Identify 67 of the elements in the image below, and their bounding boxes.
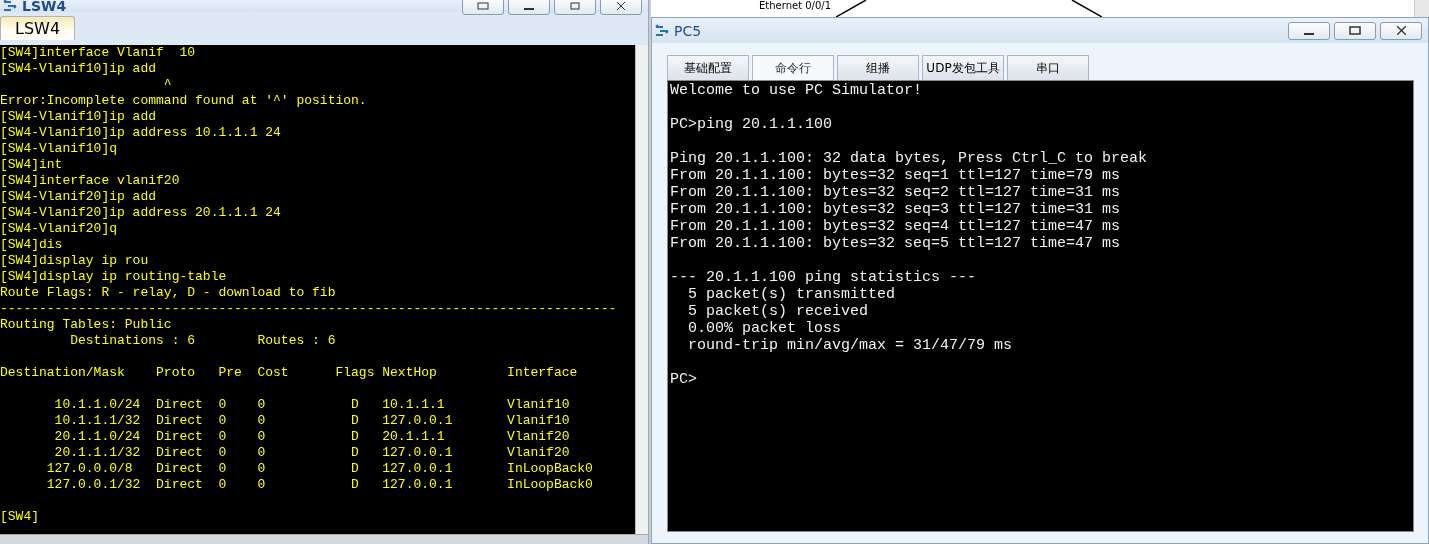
terminal-line: [SW4] — [0, 509, 40, 525]
terminal-line: ^ — [162, 77, 173, 93]
terminal-line: 127.0.0.1/32 Direct 0 0 D 127.0.0.1 InLoopBack0 — [45, 477, 594, 493]
tab[interactable]: 命令行 — [752, 55, 834, 80]
scrollbar[interactable] — [635, 45, 648, 534]
terminal-line: Route Flags: R - relay, D - download to fib — [0, 285, 337, 301]
terminal-line: [SW4]dis — [0, 237, 64, 253]
terminal-line: 20.1.1.1/32 Direct 0 0 D 127.0.0.1 Vlanif20 — [53, 445, 571, 461]
terminal-line: 5 packet(s) transmitted — [687, 286, 897, 303]
terminal-line: [SW4-Vlanif20]ip add — [0, 189, 158, 205]
close-button[interactable] — [1380, 21, 1422, 40]
close-button[interactable] — [600, 0, 642, 15]
minimize-button[interactable] — [508, 0, 550, 15]
port-label: Ethernet 0/0/1 — [759, 0, 832, 12]
terminal-line: [SW4-Vlanif20]ip address 20.1.1.1 24 — [0, 205, 282, 221]
terminal-line: [SW4]int — [0, 157, 64, 173]
terminal-line: PC>ping 20.1.1.100 — [670, 116, 834, 133]
terminal-line: [SW4]interface vlanif20 — [0, 173, 181, 189]
window-title: PC5 — [674, 22, 702, 39]
terminal-line: Destination/Mask Proto Pre Cost Flags NextHop Interface — [0, 365, 579, 381]
maximize-icon — [1349, 26, 1361, 35]
terminal-line: [SW4-Vlanif10]ip address 10.1.1.1 24 — [0, 125, 282, 141]
terminal-line: From 20.1.1.100: bytes=32 seq=2 ttl=127 time=31 ms — [670, 184, 1122, 201]
terminal-line: 20.1.1.0/24 Direct 0 0 D 20.1.1.1 Vlanif20 — [53, 429, 571, 445]
close-icon — [1396, 26, 1406, 35]
maximize-icon — [570, 2, 580, 10]
terminal-line: ------------------------------------------------------------------------------- — [0, 301, 618, 317]
minimize-icon — [524, 7, 534, 10]
terminal-line: Error:Incomplete command found at '^' position. — [0, 93, 368, 109]
terminal-line: Welcome to use PC Simulator! — [670, 82, 924, 99]
scrollbar[interactable] — [1414, 0, 1429, 17]
terminal-line: 10.1.1.1/32 Direct 0 0 D 127.0.0.1 Vlanif10 — [53, 413, 571, 429]
app-icon — [654, 23, 670, 38]
terminal-line: From 20.1.1.100: bytes=32 seq=1 ttl=127 time=79 ms — [670, 167, 1122, 184]
terminal-line: [SW4]display ip routing-table — [0, 269, 228, 285]
minimize-button[interactable] — [1288, 21, 1330, 40]
tab[interactable]: 基础配置 — [667, 55, 749, 80]
minimize-icon — [1304, 32, 1314, 35]
terminal-line: [SW4-Vlanif20]q — [0, 221, 119, 237]
tab[interactable]: LSW4 — [0, 16, 76, 40]
maximize-button[interactable] — [1334, 21, 1376, 40]
terminal-line: [SW4]interface Vlanif 10 — [0, 45, 197, 61]
terminal-line: 0.00% packet loss — [687, 320, 843, 337]
terminal-line: round-trip min/avg/max = 31/47/79 ms — [687, 337, 1014, 354]
terminal-line: From 20.1.1.100: bytes=32 seq=4 ttl=127 time=47 ms — [670, 218, 1122, 235]
close-icon — [617, 2, 625, 10]
window-title: LSW4 — [22, 0, 67, 14]
terminal-line: 10.1.1.0/24 Direct 0 0 D 10.1.1.1 Vlanif10 — [53, 397, 571, 413]
tab[interactable]: UDP发包工具 — [922, 55, 1004, 80]
terminal-line: PC> — [670, 371, 698, 388]
tab[interactable]: 串口 — [1007, 55, 1089, 80]
restore-icon — [477, 2, 489, 10]
terminal-line: Destinations : 6 Routes : 6 — [69, 333, 337, 349]
terminal-line: Ping 20.1.1.100: 32 data bytes, Press Ctrl_C to break — [670, 150, 1149, 167]
terminal-line: 5 packet(s) received — [687, 303, 870, 320]
terminal-line: [SW4]display ip rou — [0, 253, 150, 269]
terminal-line: [SW4-Vlanif10]ip add — [0, 109, 158, 125]
terminal-line: [SW4-Vlanif10]q — [0, 141, 119, 157]
app-icon — [2, 0, 18, 13]
tab[interactable]: 组播 — [837, 55, 919, 80]
terminal-line: From 20.1.1.100: bytes=32 seq=5 ttl=127 time=47 ms — [670, 235, 1122, 252]
terminal-line: Routing Tables: Public — [0, 317, 173, 333]
terminal-line: --- 20.1.1.100 ping statistics --- — [670, 269, 978, 286]
terminal-line: [SW4-Vlanif10]ip add — [0, 61, 158, 77]
terminal-line: 127.0.0.0/8 Direct 0 0 D 127.0.0.1 InLoopBack0 — [45, 461, 594, 477]
horizontal-scrollbar[interactable] — [0, 534, 648, 544]
terminal-line: From 20.1.1.100: bytes=32 seq=3 ttl=127 time=31 ms — [670, 201, 1122, 218]
